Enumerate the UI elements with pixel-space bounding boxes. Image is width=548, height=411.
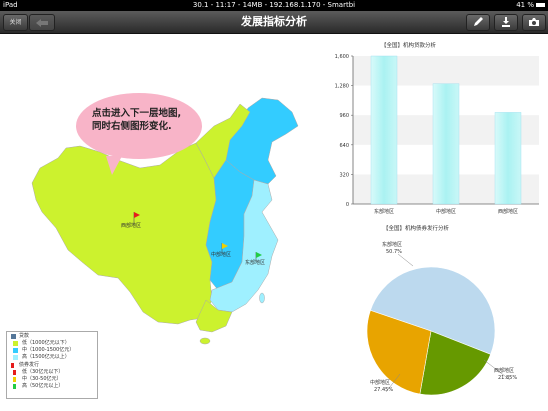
legend-item: 中（1000-1500亿元） bbox=[13, 347, 74, 354]
x-tick-label: 东部地区 bbox=[374, 208, 394, 215]
y-tick-label: 1,600 bbox=[335, 54, 349, 60]
edit-button[interactable] bbox=[466, 14, 490, 31]
map-island-taiwan[interactable] bbox=[259, 292, 265, 304]
pie-slice-label: 东部地区 bbox=[382, 241, 402, 248]
y-tick-label: 0 bbox=[346, 202, 349, 208]
pie-slice-value: 27.45% bbox=[374, 387, 393, 393]
download-icon bbox=[502, 17, 510, 27]
map-label-west: 西部地区 bbox=[121, 222, 141, 229]
map-label-central: 中部地区 bbox=[211, 251, 231, 258]
bar-chart: 0 320 640 960 1,280 1,600 东部地区 中部地区 西部地区 bbox=[335, 54, 539, 215]
bar[interactable] bbox=[370, 55, 398, 205]
camera-button[interactable] bbox=[522, 14, 546, 31]
legend-bonds-title: 债券发行 bbox=[11, 362, 39, 369]
legend-item: 中（30-50亿元） bbox=[13, 376, 62, 383]
flag-icon bbox=[11, 363, 14, 368]
x-tick-label: 中部地区 bbox=[436, 208, 456, 215]
pie-chart: 东部地区50.7% 西部地区21.85% 中部地区27.45% bbox=[366, 241, 517, 396]
download-button[interactable] bbox=[494, 14, 518, 31]
pie-slice-value: 50.7% bbox=[386, 249, 402, 255]
pie-chart-title: 【全国】机构债券发行分析 bbox=[383, 226, 450, 232]
map-label-east: 东部地区 bbox=[245, 259, 265, 266]
pie-leader-line bbox=[397, 253, 414, 267]
y-tick-label: 640 bbox=[339, 143, 349, 149]
callout-text: 点击进入下一层地图,同时右侧图形变化. bbox=[92, 108, 182, 132]
legend-item: 低（1000亿元以下） bbox=[13, 340, 70, 347]
y-tick-label: 960 bbox=[339, 113, 349, 119]
legend-loans-icon bbox=[11, 334, 16, 339]
pie-slice-label: 西部地区 bbox=[494, 367, 514, 374]
legend-item: 低（30亿元以下） bbox=[13, 369, 63, 376]
legend-item: 高（50亿元以上） bbox=[13, 383, 63, 390]
battery-level: 41 % bbox=[516, 1, 534, 9]
legend-loans-title: 贷款 bbox=[11, 333, 29, 340]
map-legend: 贷款 低（1000亿元以下） 中（1000-1500亿元） 高（1500亿元以上… bbox=[6, 331, 98, 399]
x-tick-label: 西部地区 bbox=[498, 208, 518, 215]
battery-icon bbox=[536, 3, 545, 7]
navigation-bar: 关闭 发展指标分析 bbox=[0, 11, 548, 34]
y-tick-label: 1,280 bbox=[335, 84, 349, 90]
pencil-icon bbox=[474, 17, 483, 26]
status-info: 30.1 - 11:17 - 14MB - 192.168.1.170 - Sm… bbox=[192, 1, 356, 9]
pie-slice-value: 21.85% bbox=[498, 375, 517, 381]
status-bar: iPad 30.1 - 11:17 - 14MB - 192.168.1.170… bbox=[0, 0, 548, 11]
camera-icon bbox=[529, 18, 539, 26]
y-tick-label: 320 bbox=[339, 172, 349, 178]
legend-item: 高（1500亿元以上） bbox=[13, 354, 70, 361]
bar[interactable] bbox=[494, 112, 522, 205]
pie-slice-label: 中部地区 bbox=[370, 379, 390, 386]
map-island-hainan[interactable] bbox=[199, 337, 211, 345]
map-panel: 点击进入下一层地图,同时右侧图形变化. 西部地区 中部地区 东部地区 贷款 低（… bbox=[0, 34, 312, 411]
bar[interactable] bbox=[432, 83, 460, 205]
map-region-west[interactable] bbox=[31, 142, 217, 325]
